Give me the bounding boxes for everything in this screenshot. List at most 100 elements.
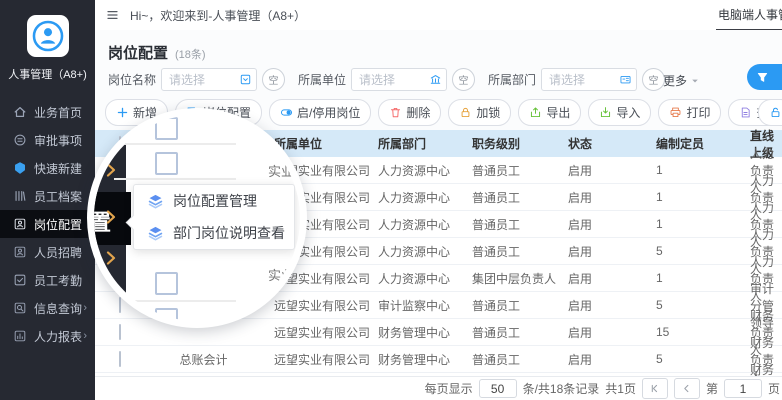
sidebar-item-label: 审批事项 — [34, 132, 82, 149]
magnifier-overlay: 置 实业实业有望实业 岗位配置管理 部门岗位说明查看 — [87, 108, 307, 328]
toolbar-button[interactable]: 导入 — [588, 99, 651, 126]
magnified-row-divider — [114, 143, 236, 145]
chevron-right-icon: › — [83, 302, 87, 314]
magnified-checkbox — [155, 152, 178, 175]
toolbar-button-icon — [529, 106, 542, 119]
magnified-checkbox — [155, 272, 178, 295]
pagination-bar: 每页显示 50 条/共18条记录 共1页 第 1 页 — [95, 376, 782, 400]
sidebar-item[interactable]: 员工档案 — [0, 182, 95, 210]
toolbar-button-label: 加锁 — [476, 104, 500, 121]
sidebar-item[interactable]: 信息查询 › — [0, 294, 95, 322]
toolbar-button[interactable]: 打印 — [658, 99, 721, 126]
clear-filter-button[interactable]: 空 — [642, 68, 665, 91]
clear-filter-button[interactable]: 空 — [262, 68, 285, 91]
cell-level: 普通员工 — [464, 162, 560, 179]
sidebar-item[interactable]: 岗位配置 — [0, 210, 95, 238]
sidebar-item-label: 业务首页 — [34, 104, 82, 121]
toolbar-button[interactable]: 删除 — [378, 99, 441, 126]
unlock-icon — [769, 106, 782, 119]
sidebar-item-label: 岗位配置 — [34, 216, 82, 233]
page-number-input[interactable]: 1 — [724, 379, 762, 398]
sidebar-item[interactable]: 业务首页 — [0, 98, 95, 126]
toolbar-button-label: 导出 — [546, 104, 570, 121]
row-checkbox[interactable] — [119, 351, 121, 367]
brand: 人事管理（A8+) — [0, 0, 95, 82]
sidebar-item[interactable]: 人力报表 › — [0, 322, 95, 350]
cell-unit: 远望实业有限公司 — [266, 351, 370, 368]
cell-level: 普通员工 — [464, 243, 560, 260]
search-submit-button[interactable] — [747, 64, 782, 90]
toolbar-button-icon — [459, 106, 472, 119]
cell-dept: 人力资源中心 — [370, 162, 464, 179]
cell-level: 普通员工 — [464, 216, 560, 233]
column-header-status[interactable]: 状态 — [560, 135, 648, 152]
funnel-icon — [756, 71, 769, 84]
sidebar-item-icon — [13, 273, 27, 287]
sidebar-item[interactable]: 员工考勤 — [0, 266, 95, 294]
column-header-dept[interactable]: 所属部门 — [370, 135, 464, 152]
sidebar-item[interactable]: 快速新建 — [0, 154, 95, 182]
greeting-text: Hi~，欢迎来到-人事管理（A8+） — [130, 7, 306, 24]
filter-input-icon[interactable] — [429, 73, 442, 86]
sidebar-item-icon — [13, 329, 27, 343]
filter-group: 所属单位 空 — [298, 68, 475, 91]
magnified-row-divider — [114, 178, 236, 180]
toolbar-button[interactable]: 启/停用岗位 — [269, 99, 371, 126]
total-records-label: 条/共18条记录 — [523, 380, 600, 397]
cell-headcount: 1 — [648, 190, 742, 204]
popup-menu-item-label: 岗位配置管理 — [173, 191, 257, 211]
row-checkbox[interactable] — [119, 324, 121, 340]
sidebar: 人事管理（A8+) 业务首页 审批事项 快速新建 — [0, 0, 95, 400]
popup-menu-item[interactable]: 部门岗位说明查看 — [134, 217, 294, 249]
magnified-checkbox — [155, 117, 178, 140]
page-title: 岗位配置 — [108, 42, 168, 63]
column-header-headcount[interactable]: 编制定员 — [648, 135, 742, 152]
table-row[interactable]: 总账会计 远望实业有限公司 财务管理中心 普通员工 启用 5 财务负责人 — [95, 346, 782, 373]
cell-dept: 财务管理中心 — [370, 324, 464, 341]
sidebar-item[interactable]: 人员招聘 — [0, 238, 95, 266]
page-prefix-label: 第 — [706, 380, 718, 397]
popup-menu-item[interactable]: 岗位配置管理 — [134, 185, 294, 217]
more-label: 更多 — [663, 72, 687, 89]
clear-filter-button[interactable]: 空 — [452, 68, 475, 91]
caret-down-icon — [690, 76, 700, 86]
per-page-input[interactable]: 50 — [479, 379, 517, 398]
toolbar-button[interactable]: 加锁 — [448, 99, 511, 126]
toolbar-button[interactable]: 导出 — [518, 99, 581, 126]
sidebar-item-icon — [13, 301, 27, 315]
layers-icon — [147, 193, 164, 210]
record-count: (18条) — [175, 46, 206, 62]
popup-menu-item-label: 部门岗位说明查看 — [173, 223, 285, 243]
toolbar-button-icon — [669, 106, 682, 119]
filter-input-wrap — [161, 68, 257, 91]
cell-headcount: 5 — [648, 298, 742, 312]
sidebar-item-label: 信息查询 — [34, 300, 82, 317]
sidebar-item-icon — [13, 245, 27, 259]
cell-headcount: 1 — [648, 217, 742, 231]
first-page-button[interactable] — [642, 378, 668, 399]
chevron-right-icon: › — [83, 330, 87, 342]
sidebar-item[interactable]: 审批事项 — [0, 126, 95, 154]
cell-status: 启用 — [560, 324, 648, 341]
tab-pc-hr[interactable]: 电脑端人事管 — [716, 0, 782, 31]
more-filters-button[interactable]: 更多 — [663, 72, 700, 89]
column-header-level[interactable]: 职务级别 — [464, 135, 560, 152]
page-suffix-label: 页 — [768, 380, 780, 397]
hamburger-menu-icon[interactable] — [105, 9, 120, 21]
unlock-button[interactable] — [758, 99, 782, 126]
cell-status: 启用 — [560, 216, 648, 233]
filters-row: 岗位名称 空 所属单位 空 — [108, 68, 678, 91]
filter-input-icon[interactable] — [619, 73, 632, 86]
cell-status: 启用 — [560, 162, 648, 179]
filter-input-icon[interactable] — [239, 73, 252, 86]
prev-page-button[interactable] — [674, 378, 700, 399]
toolbar-button-icon — [280, 106, 293, 119]
cell-headcount: 15 — [648, 325, 742, 339]
sidebar-item-label: 快速新建 — [34, 160, 82, 177]
toolbar-button-label: 打印 — [686, 104, 710, 121]
cell-status: 启用 — [560, 270, 648, 287]
sidebar-item-icon — [13, 161, 27, 175]
filter-group: 岗位名称 空 — [108, 68, 285, 91]
cell-headcount: 1 — [648, 271, 742, 285]
cell-status: 启用 — [560, 297, 648, 314]
